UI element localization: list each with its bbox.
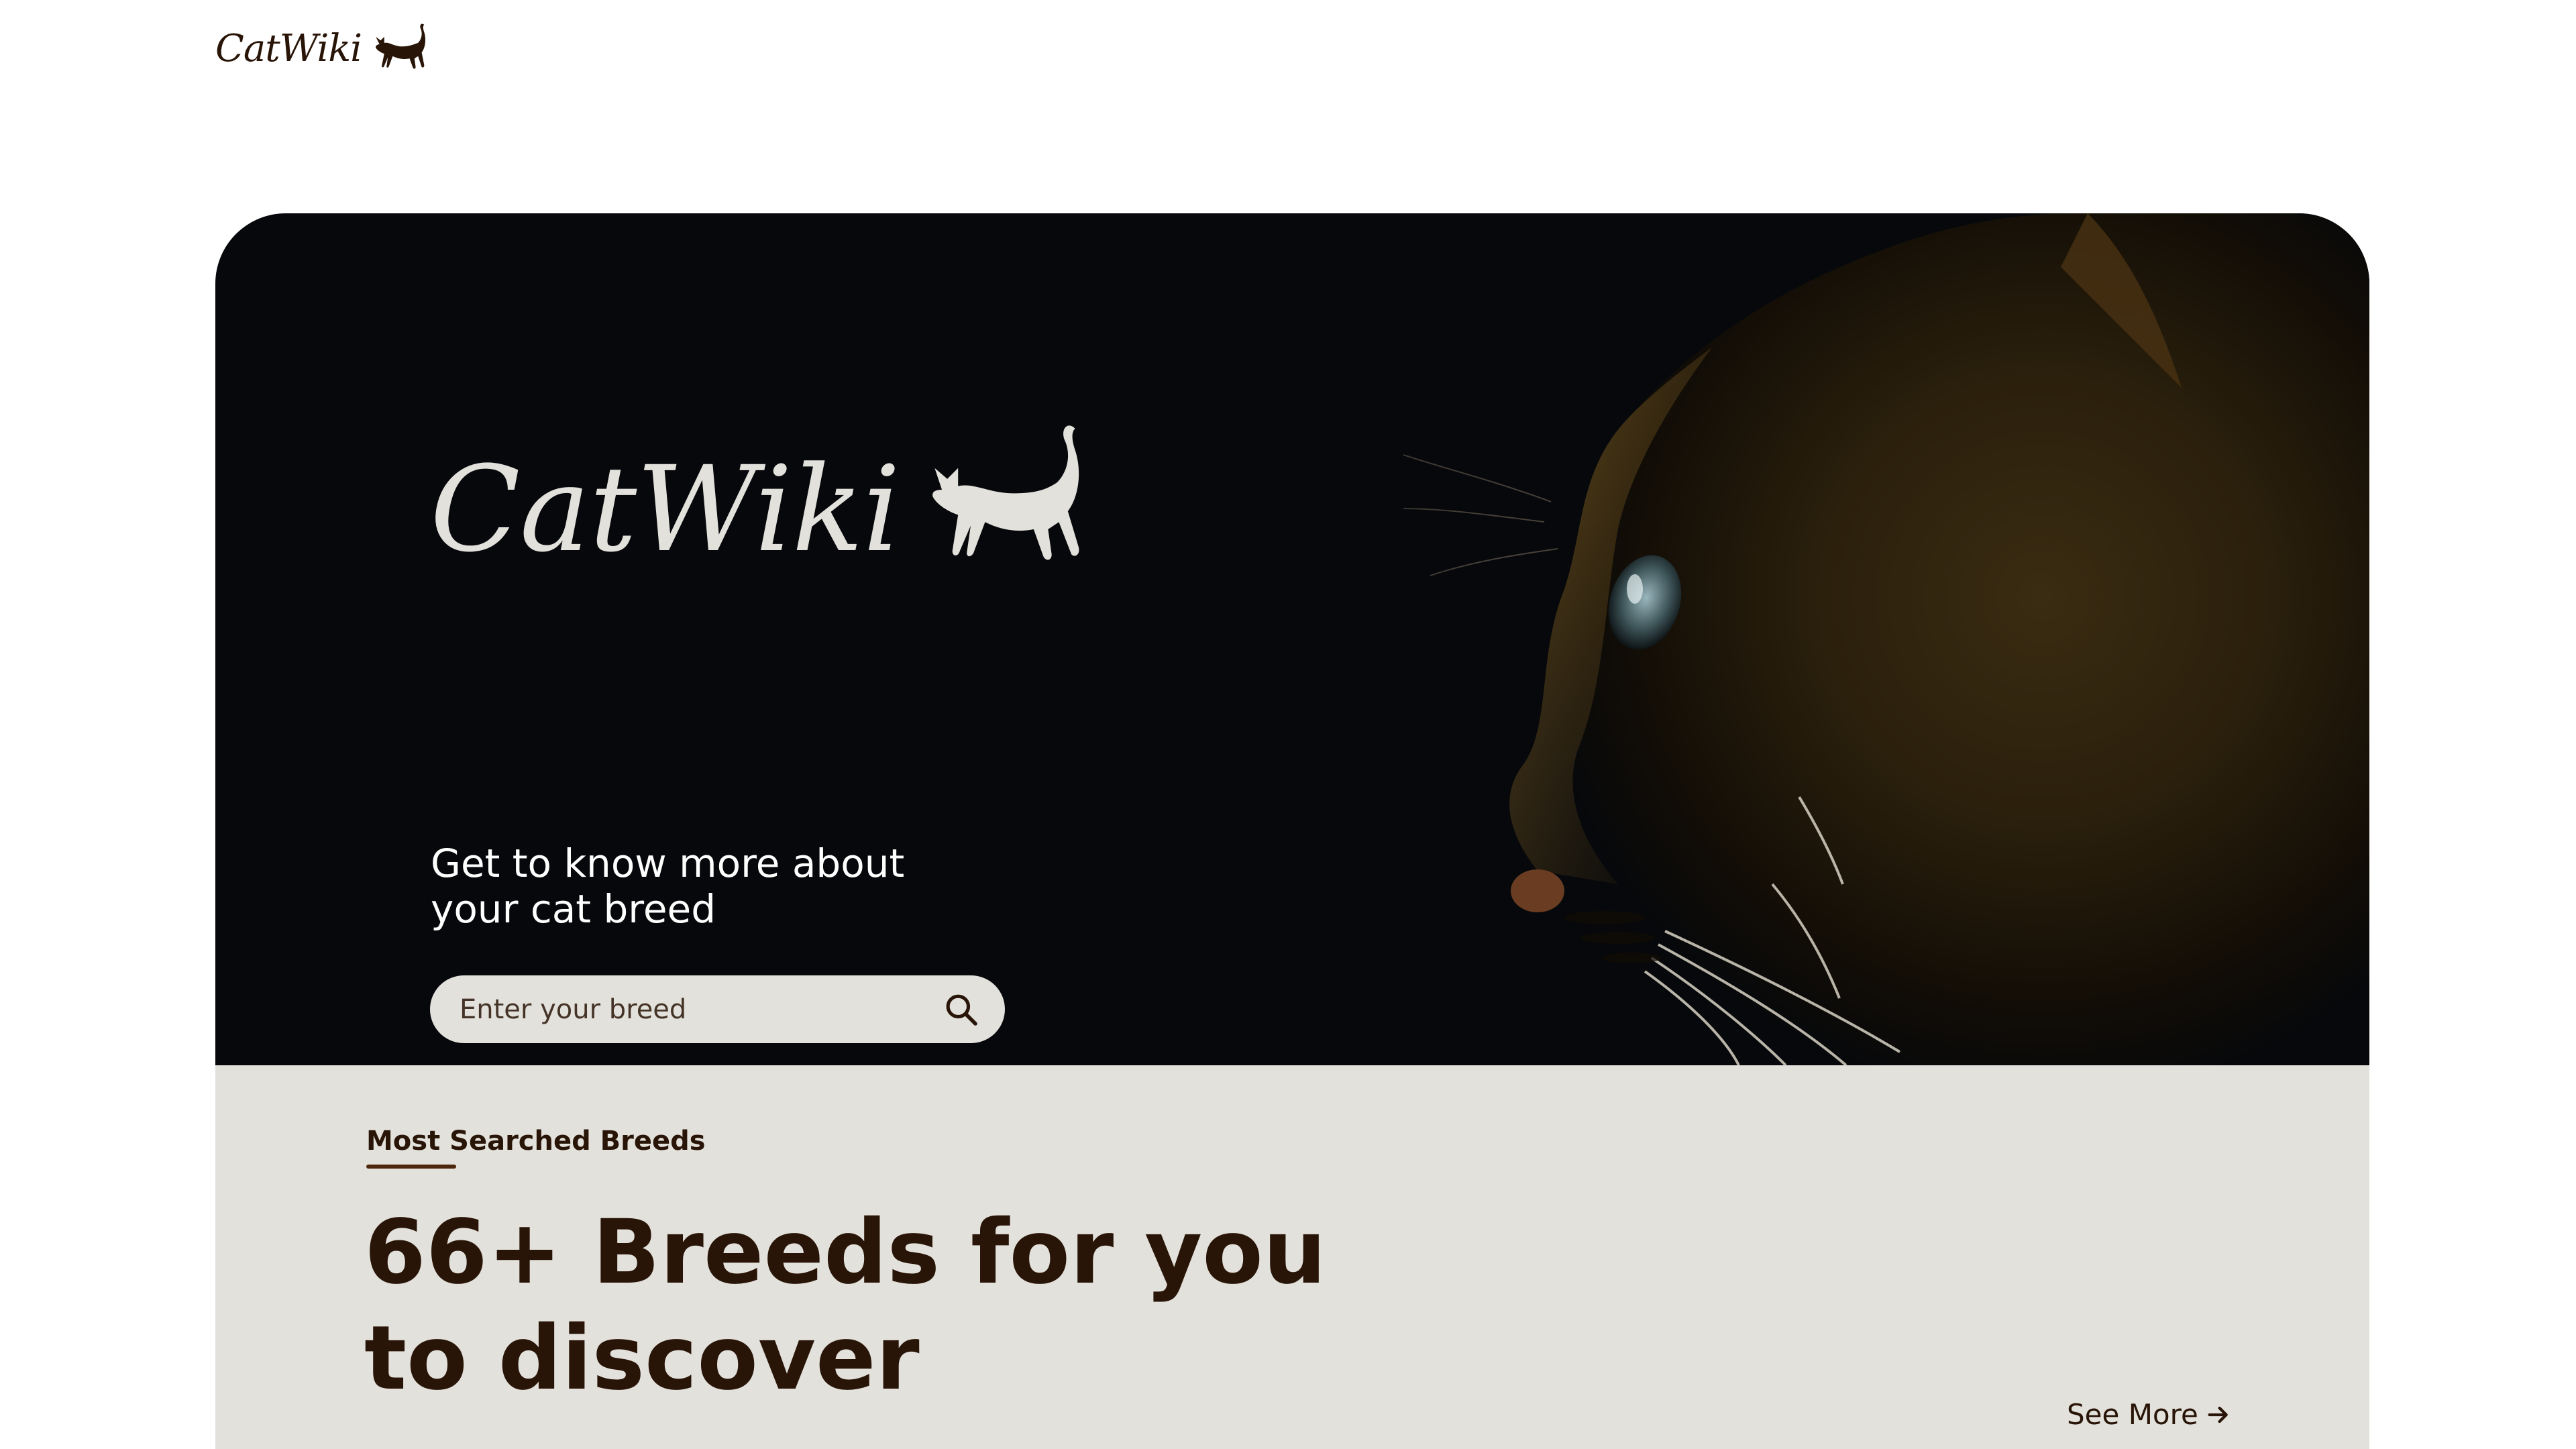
hero-tagline-line1: Get to know more about xyxy=(431,841,905,886)
section-label: Most Searched Breeds xyxy=(366,1126,706,1157)
breed-search-input[interactable] xyxy=(458,993,938,1026)
hero-logo-text: CatWiki xyxy=(430,441,900,578)
cat-silhouette-icon xyxy=(932,425,1079,560)
arrow-right-icon xyxy=(2208,1406,2228,1423)
hero-tagline: Get to know more about your cat breed xyxy=(431,841,941,932)
top-navbar: CatWiki xyxy=(215,20,431,76)
section-title-line1: 66+ Breeds for you xyxy=(364,1201,1326,1304)
hero-tagline-line2: your cat breed xyxy=(431,886,716,932)
see-more-link[interactable]: See More xyxy=(2067,1398,2232,1431)
breed-search-box xyxy=(430,975,1005,1043)
cat-silhouette-icon xyxy=(376,23,426,69)
cat-profile-photo xyxy=(1028,213,2369,1065)
section-title-line2: to discover xyxy=(364,1307,920,1410)
search-icon[interactable] xyxy=(938,986,985,1033)
hero-logo: CatWiki xyxy=(430,421,1101,569)
hero-banner: CatWiki Get to know more about your cat … xyxy=(215,213,2369,1065)
section-title: 66+ Breeds for you to discover xyxy=(364,1199,1371,1411)
main-card: CatWiki Get to know more about your cat … xyxy=(215,213,2369,1449)
see-more-label: See More xyxy=(2067,1398,2198,1431)
header-logo-text[interactable]: CatWiki xyxy=(215,27,362,70)
section-label-underline xyxy=(366,1165,456,1169)
